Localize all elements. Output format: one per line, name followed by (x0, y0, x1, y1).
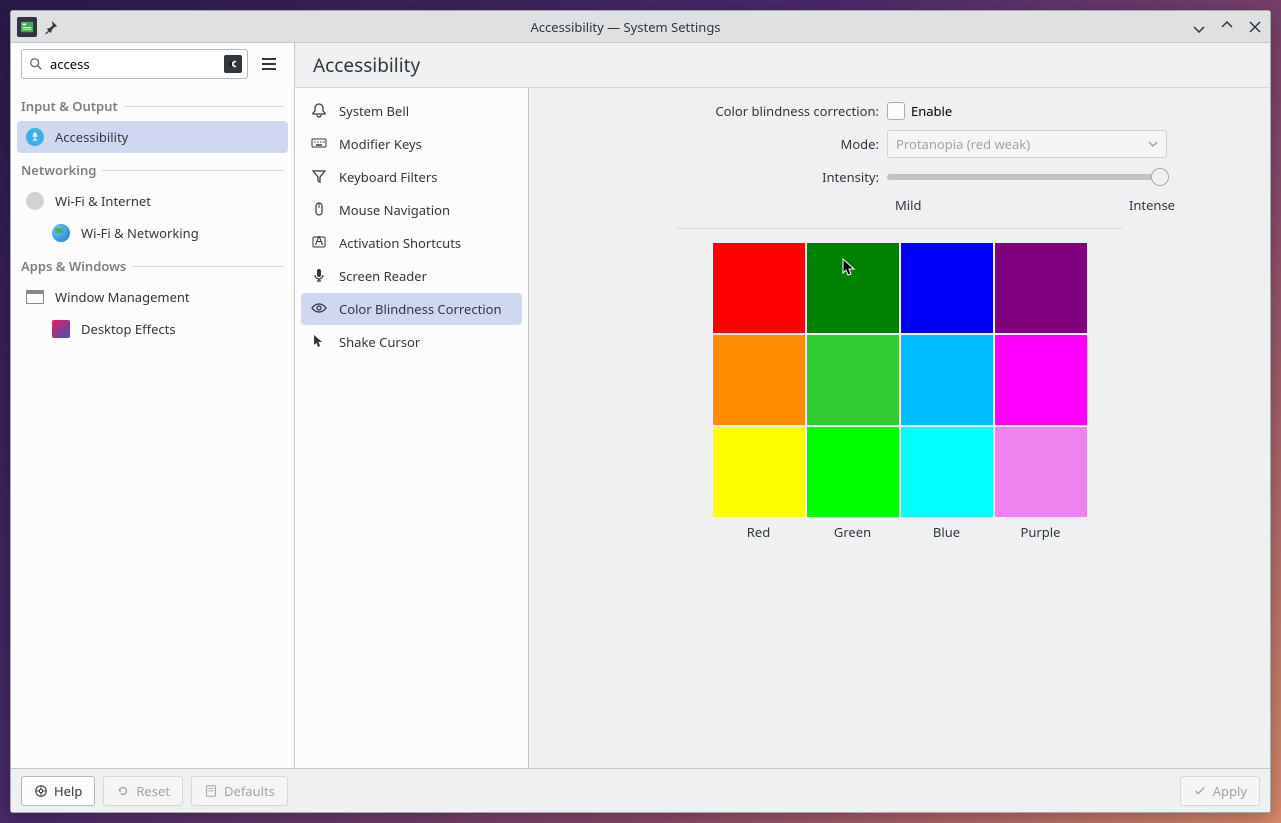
color-swatch (807, 335, 899, 425)
color-column-label: Blue (901, 523, 993, 541)
correction-label: Color blindness correction: (569, 102, 887, 120)
subpage-screen-reader[interactable]: Screen Reader (301, 260, 522, 292)
sidebar-item-window-management[interactable]: Window Management (17, 281, 288, 313)
mode-dropdown[interactable]: Protanopia (red weak) (887, 130, 1167, 158)
apply-button: Apply (1180, 776, 1260, 806)
chevron-down-icon (1148, 139, 1158, 149)
color-swatch (995, 427, 1087, 517)
sidebar-item-wi-fi-internet[interactable]: Wi-Fi & Internet (17, 185, 288, 217)
sidebar-group-header: Networking (17, 153, 288, 185)
page-header: Accessibility (295, 43, 1270, 88)
color-column-label: Red (713, 523, 805, 541)
pin-icon[interactable] (41, 17, 61, 37)
footer: Help Reset Defaults Apply (11, 768, 1270, 812)
subpage-mouse-navigation[interactable]: Mouse Navigation (301, 194, 522, 226)
subpage-activation-shortcuts[interactable]: A Activation Shortcuts (301, 227, 522, 259)
subpage-label: Screen Reader (339, 267, 427, 285)
help-button[interactable]: Help (21, 776, 95, 806)
search-input[interactable] (21, 49, 248, 79)
shortcut-icon: A (311, 234, 329, 252)
app-icon (17, 17, 37, 37)
subpage-system-bell[interactable]: System Bell (301, 95, 522, 127)
bell-icon (311, 102, 329, 120)
defaults-button: Defaults (191, 776, 288, 806)
color-column-label: Purple (995, 523, 1087, 541)
close-button[interactable] (1246, 18, 1264, 36)
sidebar-item-wi-fi-networking[interactable]: Wi-Fi & Networking (17, 217, 288, 249)
subpage-pane: System Bell Modifier Keys Keyboard Filters… (295, 88, 529, 768)
sidebar-group-header: Apps & Windows (17, 249, 288, 281)
clear-search-button[interactable] (224, 55, 242, 73)
sidebar-item-label: Accessibility (55, 128, 128, 146)
intensity-slider[interactable] (887, 174, 1167, 180)
window-title: Accessibility — System Settings (61, 18, 1190, 36)
mode-label: Mode: (569, 135, 887, 153)
color-swatch (713, 427, 805, 517)
mouse-icon (311, 201, 329, 219)
reset-button: Reset (103, 776, 183, 806)
subpage-keyboard-filters[interactable]: Keyboard Filters (301, 161, 522, 193)
sidebar-item-desktop-effects[interactable]: Desktop Effects (17, 313, 288, 345)
sidebar: Input & Output Accessibility Networking Wi-… (11, 43, 295, 768)
sidebar-item-label: Window Management (55, 288, 190, 306)
enable-label: Enable (911, 102, 952, 120)
mode-value: Protanopia (red weak) (896, 135, 1030, 153)
maximize-button[interactable] (1218, 18, 1236, 36)
minimize-button[interactable] (1190, 18, 1208, 36)
sidebar-item-accessibility[interactable]: Accessibility (17, 121, 288, 153)
color-swatch (995, 335, 1087, 425)
color-swatch (807, 427, 899, 517)
page-title: Accessibility (313, 52, 420, 78)
subpage-shake-cursor[interactable]: Shake Cursor (301, 326, 522, 358)
color-swatch (901, 243, 993, 333)
slider-min-label: Mild (895, 196, 922, 214)
eye-icon (311, 300, 329, 318)
subpage-color-blindness-correction[interactable]: Color Blindness Correction (301, 293, 522, 325)
svg-text:A: A (315, 234, 324, 249)
search-icon (29, 57, 43, 71)
mic-icon (311, 267, 329, 285)
separator (677, 228, 1122, 229)
subpage-label: Color Blindness Correction (339, 300, 502, 318)
subpage-label: Shake Cursor (339, 333, 420, 351)
color-swatch (713, 335, 805, 425)
color-column-label: Green (807, 523, 899, 541)
subpage-label: Keyboard Filters (339, 168, 437, 186)
intensity-label: Intensity: (569, 168, 887, 186)
subpage-label: Modifier Keys (339, 135, 422, 153)
color-swatch (807, 243, 899, 333)
sidebar-item-label: Wi-Fi & Networking (81, 224, 199, 242)
color-swatch (995, 243, 1087, 333)
menu-button[interactable] (254, 49, 284, 79)
enable-checkbox[interactable] (887, 102, 905, 120)
slider-max-label: Intense (1129, 196, 1175, 214)
slider-thumb[interactable] (1151, 168, 1169, 186)
sidebar-item-label: Wi-Fi & Internet (55, 192, 151, 210)
keyboard-icon (311, 135, 329, 153)
color-preview-grid (569, 243, 1230, 517)
color-swatch (901, 335, 993, 425)
subpage-label: Activation Shortcuts (339, 234, 461, 252)
filter-icon (311, 168, 329, 186)
titlebar: Accessibility — System Settings (11, 11, 1270, 43)
subpage-label: System Bell (339, 102, 409, 120)
subpage-modifier-keys[interactable]: Modifier Keys (301, 128, 522, 160)
settings-window: Accessibility — System Settings (10, 10, 1271, 813)
cursor-icon (311, 333, 329, 351)
sidebar-group-header: Input & Output (17, 89, 288, 121)
subpage-label: Mouse Navigation (339, 201, 450, 219)
color-swatch (901, 427, 993, 517)
color-swatch (713, 243, 805, 333)
main-pane: Color blindness correction: Enable Mode:… (529, 88, 1270, 768)
sidebar-item-label: Desktop Effects (81, 320, 176, 338)
